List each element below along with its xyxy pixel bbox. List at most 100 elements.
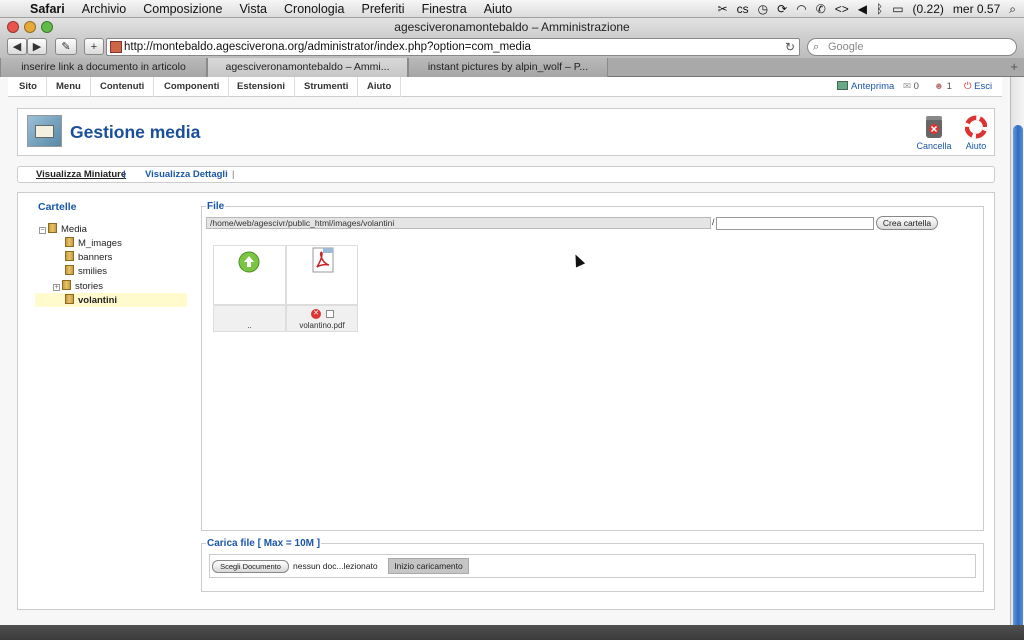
tree-item-label: stories	[75, 281, 103, 292]
admin-menu-sito[interactable]: Sito	[10, 77, 47, 97]
select-file-checkbox[interactable]	[326, 310, 334, 318]
logout-link[interactable]: ⏻ Esci	[964, 77, 992, 97]
menu-vista[interactable]: Vista	[239, 2, 267, 16]
plus-icon: +	[90, 40, 98, 53]
thumb-pdf[interactable]	[286, 245, 358, 305]
choose-file-button[interactable]: Scegli Documento	[212, 560, 289, 573]
page-scrollbar[interactable]	[1010, 77, 1024, 640]
collapse-icon[interactable]: −	[39, 227, 46, 234]
search-field[interactable]: ⌕ Google	[807, 38, 1017, 56]
admin-menu-estensioni[interactable]: Estensioni	[228, 77, 296, 97]
battery-status[interactable]: (0.22)	[913, 2, 944, 16]
thumb-folder-up[interactable]	[213, 245, 286, 305]
cs-icon[interactable]: cs	[737, 2, 749, 16]
tree-item-m-images[interactable]: M_images	[65, 237, 122, 249]
users-icon: ☻	[934, 81, 944, 92]
scrollbar-thumb[interactable]	[1013, 125, 1023, 640]
folder-icon	[65, 251, 74, 261]
web-page: Sito Menu Contenuti Componenti Estension…	[0, 77, 1010, 625]
menu-finestra[interactable]: Finestra	[422, 2, 467, 16]
menu-app-name[interactable]: Safari	[30, 2, 65, 16]
close-window-icon[interactable]	[7, 21, 19, 33]
logout-icon: ⏻	[964, 81, 972, 92]
create-folder-button[interactable]: Crea cartella	[876, 216, 938, 230]
folder-icon	[65, 237, 74, 247]
tab-label: agesciveronamontebaldo – Ammi...	[225, 61, 390, 73]
tree-item-banners[interactable]: banners	[65, 251, 112, 263]
window-title: agesciveronamontebaldo – Amministrazione	[394, 20, 630, 34]
zoom-window-icon[interactable]	[41, 21, 53, 33]
edit-bookmark-button[interactable]: ✎	[55, 38, 77, 55]
menu-composizione[interactable]: Composizione	[143, 2, 222, 16]
code-icon[interactable]: <>	[835, 2, 849, 16]
scissors-icon[interactable]: ✂	[718, 2, 728, 16]
menu-cronologia[interactable]: Cronologia	[284, 2, 344, 16]
phone-icon[interactable]: ✆	[816, 2, 826, 16]
start-upload-button[interactable]: Inizio caricamento	[388, 558, 469, 574]
admin-menu-componenti[interactable]: Componenti	[155, 77, 230, 97]
reload-icon[interactable]: ↻	[785, 39, 795, 55]
battery-icon[interactable]: ▭	[892, 2, 903, 16]
address-bar[interactable]: http://montebaldo.agesciverona.org/admin…	[106, 38, 800, 56]
media-manager-icon	[27, 115, 62, 147]
menu-aiuto[interactable]: Aiuto	[484, 2, 513, 16]
tree-item-stories[interactable]: + stories	[53, 280, 103, 292]
new-tab-icon[interactable]: +	[1010, 59, 1018, 74]
window-title-bar: agesciveronamontebaldo – Amministrazione	[0, 18, 1024, 36]
back-button[interactable]: ◀	[7, 38, 27, 55]
clock[interactable]: mer 0.57	[953, 2, 1000, 16]
folder-icon	[48, 223, 57, 233]
help-button[interactable]: Aiuto	[956, 115, 996, 151]
volume-icon[interactable]: ◀	[858, 2, 867, 16]
logout-label: Esci	[974, 81, 993, 92]
view-thumbnails-link[interactable]: Visualizza Miniature	[36, 169, 126, 180]
users-indicator[interactable]: ☻ 1	[934, 77, 952, 97]
delete-button[interactable]: Cancella	[914, 115, 954, 151]
tree-item-smilies[interactable]: smilies	[65, 265, 107, 277]
trash-icon	[926, 116, 942, 138]
tab-inserire-link[interactable]: inserire link a documento in articolo	[0, 58, 207, 77]
admin-menu-strumenti[interactable]: Strumenti	[295, 77, 359, 97]
minimize-window-icon[interactable]	[24, 21, 36, 33]
back-arrow-icon: ◀	[12, 41, 22, 53]
view-details-link[interactable]: Visualizza Dettagli	[145, 169, 228, 180]
delete-file-icon[interactable]: ✕	[311, 309, 321, 319]
folder-icon	[62, 280, 71, 290]
view-submenu: Visualizza Miniature | Visualizza Dettag…	[17, 166, 995, 183]
page-title: Gestione media	[70, 122, 201, 142]
search-placeholder: Google	[828, 41, 864, 53]
folder-icon	[65, 294, 74, 304]
forward-button[interactable]: ▶	[27, 38, 47, 55]
tab-instant-pictures[interactable]: instant pictures by alpin_wolf – P...	[408, 58, 608, 77]
time-machine-icon[interactable]: ◷	[758, 2, 768, 16]
forward-arrow-icon: ▶	[32, 41, 42, 53]
files-legend: File	[207, 201, 225, 212]
wifi-icon[interactable]: ◠	[796, 2, 806, 16]
add-bookmark-button[interactable]: +	[84, 38, 104, 55]
new-folder-input[interactable]	[716, 217, 874, 230]
thumb-folder-up-caption[interactable]: ..	[213, 305, 286, 332]
messages-count: 0	[913, 81, 919, 92]
admin-menu-aiuto[interactable]: Aiuto	[358, 77, 402, 97]
tree-item-label: smilies	[78, 266, 108, 277]
menu-archivio[interactable]: Archivio	[82, 2, 126, 16]
bluetooth-icon[interactable]: ᛒ	[876, 2, 883, 16]
expand-icon[interactable]: +	[53, 284, 60, 291]
pdf-icon	[312, 247, 334, 273]
spotlight-icon[interactable]: ⌕	[1009, 2, 1016, 17]
sync-icon[interactable]: ⟳	[777, 2, 787, 16]
messages-indicator[interactable]: ✉ 0	[903, 77, 919, 97]
tab-amministrazione[interactable]: agesciveronamontebaldo – Ammi...	[207, 58, 408, 77]
thumb-pdf-caption: ✕ volantino.pdf	[286, 305, 358, 332]
delete-label: Cancella	[916, 141, 952, 151]
view-sep-2: |	[232, 169, 235, 180]
tree-root[interactable]: − Media	[39, 223, 87, 235]
menu-preferiti[interactable]: Preferiti	[361, 2, 404, 16]
preview-link[interactable]: Anteprima	[837, 77, 894, 97]
path-separator: /	[712, 217, 715, 227]
admin-menu-contenuti[interactable]: Contenuti	[91, 77, 155, 97]
tree-item-volantini[interactable]: volantini	[65, 294, 117, 306]
folder-up-icon	[238, 251, 260, 273]
mac-menu-bar: Safari Archivio Composizione Vista Crono…	[0, 0, 1024, 18]
admin-menu-menu[interactable]: Menu	[47, 77, 91, 97]
